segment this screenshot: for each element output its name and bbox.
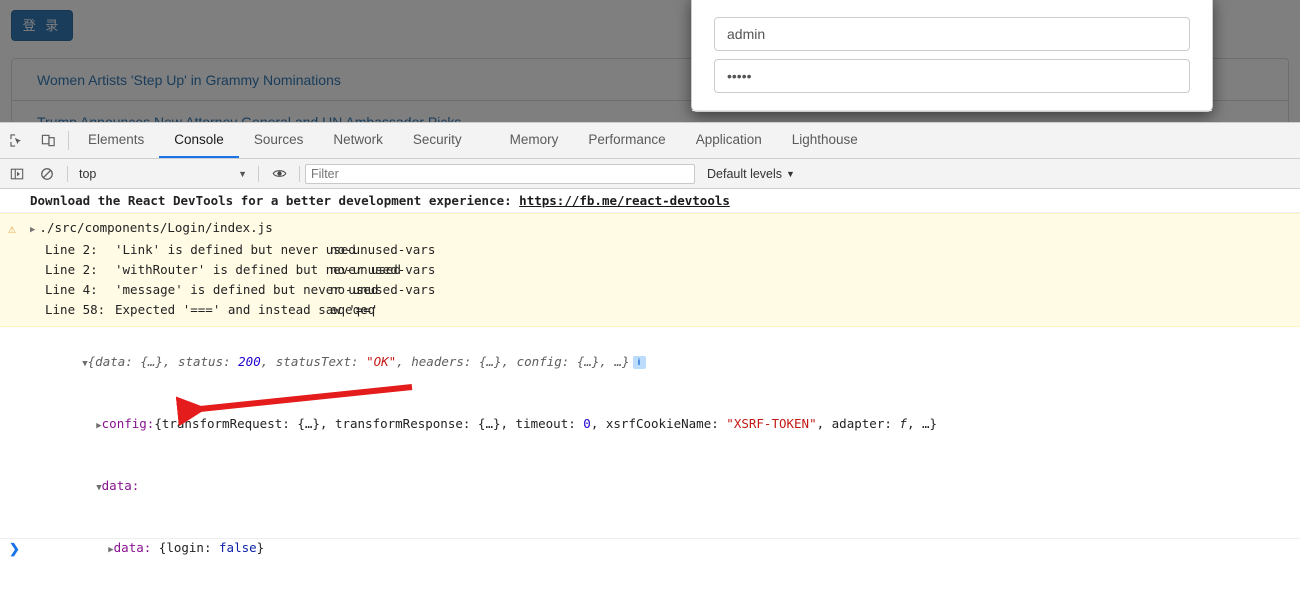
tab-lighthouse[interactable]: Lighthouse [777,123,873,158]
console-sidebar-icon[interactable] [2,167,32,181]
object-row-config[interactable]: ▶config:{transformRequest: {…}, transfor… [0,394,1300,456]
filterbar-divider [67,165,68,182]
warning-line-message: 'Link' is defined but never used [115,242,356,257]
info-badge-icon[interactable]: i [632,356,646,369]
object-summary-mid: , statusText: [260,354,367,369]
warning-line: Line 58: Expected '===' and instead saw '… [0,300,1300,320]
warning-line-message: Expected '===' and instead saw '==' [115,302,379,317]
filterbar-divider [258,165,259,182]
expand-triangle-icon[interactable]: ▶ [30,220,35,240]
warning-header[interactable]: ⚠ ▶ ./src/components/Login/index.js [0,218,1300,240]
object-value: , …} [906,416,938,431]
warning-line-number: Line 2: [45,242,98,257]
object-value-xsrf: "XSRF-TOKEN" [726,416,817,431]
warning-line-message: 'withRouter' is defined but never used [115,262,401,277]
console-prompt[interactable]: ❯ [0,538,1300,561]
react-devtools-link[interactable]: https://fb.me/react-devtools [519,193,730,208]
warning-file: ./src/components/Login/index.js [39,220,273,235]
clear-console-icon[interactable] [32,167,62,181]
warning-line-rule: no-unused-vars [330,282,436,297]
username-input[interactable] [714,17,1190,51]
warning-line-number: Line 58: [45,302,106,317]
warning-line: Line 2: 'withRouter' is defined but never… [0,260,1300,280]
warning-line-rule: no-unused-vars [330,242,436,257]
object-summary-statustext: "OK" [366,354,397,369]
filterbar-divider [299,165,300,182]
chevron-down-icon: ▼ [238,168,247,179]
object-summary-prefix: {data: {…}, status: [87,354,239,369]
tab-sources[interactable]: Sources [239,123,319,158]
filter-input[interactable] [305,163,695,184]
object-summary-status: 200 [238,354,261,369]
react-notice-text: Download the React DevTools for a better… [30,193,520,208]
log-levels-label: Default levels [707,166,783,181]
inspect-element-icon[interactable] [0,123,32,158]
devtools-panel: Elements Console Sources Network Securit… [0,122,1300,590]
warning-line-number: Line 2: [45,262,98,277]
warning-line-rule: eqeqeq [330,302,376,317]
warning-line-number: Line 4: [45,282,98,297]
execution-context-label: top [79,166,97,181]
object-value: {transformRequest: {…}, transformRespons… [154,416,584,431]
object-summary-suffix: , headers: {…}, config: {…}, …} [396,354,630,369]
object-key: config: [101,416,155,431]
tab-memory[interactable]: Memory [495,123,574,158]
password-input[interactable] [714,59,1190,93]
modal-footer-divider [692,110,1212,111]
log-levels-dropdown[interactable]: Default levels ▼ [707,167,795,181]
warning-line-rule: no-unused-vars [330,262,436,277]
live-expression-eye-icon[interactable] [264,166,294,181]
device-toolbar-icon[interactable] [32,123,64,158]
tab-console[interactable]: Console [159,123,239,158]
toolbar-divider [68,131,69,150]
warning-line-message: 'message' is defined but never used [115,282,379,297]
console-filter-bar: top ▼ Default levels ▼ [0,159,1300,189]
object-value: , adapter: [816,416,900,431]
object-key: data: [101,478,140,493]
tab-performance[interactable]: Performance [573,123,680,158]
prompt-chevron-icon: ❯ [9,541,20,556]
warning-line: Line 4: 'message' is defined but never us… [0,280,1300,300]
tab-elements[interactable]: Elements [73,123,159,158]
object-value: , xsrfCookieName: [590,416,727,431]
object-value-fn: f [899,416,907,431]
devtools-tabbar: Elements Console Sources Network Securit… [0,123,1300,159]
console-message-eslint-warning: ⚠ ▶ ./src/components/Login/index.js Line 2… [0,213,1300,327]
console-message-react-notice: Download the React DevTools for a better… [0,189,1300,213]
object-row-success: success: true [0,580,1300,589]
tab-network[interactable]: Network [318,123,398,158]
object-value-timeout: 0 [583,416,591,431]
warning-triangle-icon: ⚠ [8,222,16,237]
object-summary-row[interactable]: ▼{data: {…}, status: 200, statusText: "O… [0,332,1300,394]
login-modal [691,0,1213,112]
object-row-data[interactable]: ▼data: [0,456,1300,518]
console-output[interactable]: Download the React DevTools for a better… [0,189,1300,589]
tab-security[interactable]: Security [398,123,477,158]
execution-context-select[interactable]: top ▼ [73,164,253,184]
tab-application[interactable]: Application [681,123,777,158]
chevron-down-icon: ▼ [786,168,795,179]
warning-line: Line 2: 'Link' is defined but never usedn… [0,240,1300,260]
